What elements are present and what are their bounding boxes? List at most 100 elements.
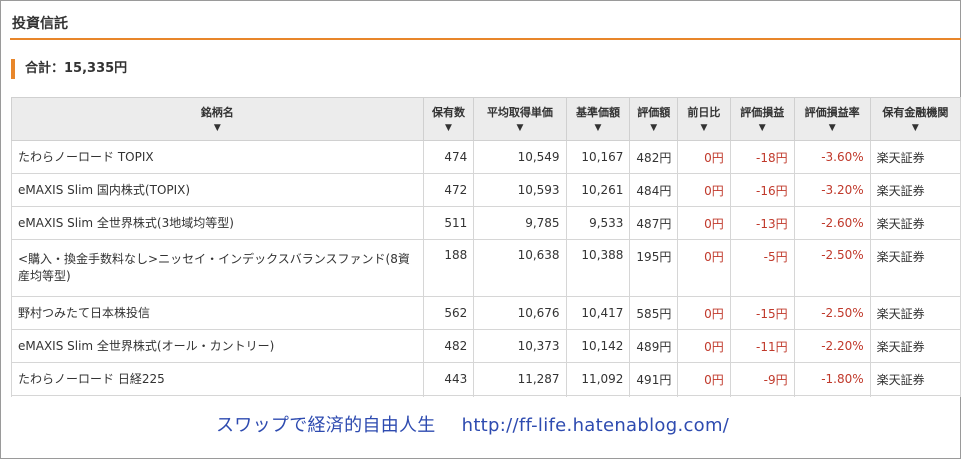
avg-price-cell: 10,549: [473, 140, 567, 174]
fund-name: eMAXIS Slim 全世界株式(オール・カントリー): [11, 329, 424, 363]
empty-cell: [11, 395, 424, 397]
column-header-base-price[interactable]: 基準価額 ▼: [565, 97, 631, 141]
units-cell: 474: [422, 140, 475, 174]
empty-cell: [629, 395, 679, 397]
sort-arrow-icon[interactable]: ▼: [871, 122, 960, 134]
sort-arrow-icon[interactable]: ▼: [795, 122, 870, 134]
sort-arrow-icon[interactable]: ▼: [678, 122, 730, 134]
empty-cell: [677, 395, 731, 397]
base-price-cell: 10,388: [565, 239, 631, 297]
gain-cell: -18円: [729, 140, 795, 174]
table-row: eMAXIS Slim 国内株式(TOPIX) 472 10,593 10,26…: [11, 173, 961, 207]
sort-arrow-icon[interactable]: ▼: [424, 122, 474, 134]
institution-cell: 楽天証券: [869, 296, 961, 330]
table-row: eMAXIS Slim 全世界株式(3地域均等型) 511 9,785 9,53…: [11, 206, 961, 240]
empty-cell: [422, 395, 475, 397]
sort-arrow-icon[interactable]: ▼: [731, 122, 794, 134]
gain-rate-cell: -1.80%: [793, 362, 871, 396]
fund-name: <購入・換金手数料なし>ニッセイ・インデックスバランスファンド(8資産均等型): [11, 239, 424, 297]
table-header-row: 銘柄名 ▼ 保有数 ▼ 平均取得単価 ▼ 基準価額 ▼ 評価額 ▼ 前日比 ▼ 評価損益 ▼ …: [11, 97, 961, 141]
avg-price-cell: 10,676: [473, 296, 567, 330]
institution-cell: 楽天証券: [869, 239, 961, 297]
base-price-cell: 10,261: [565, 173, 631, 207]
base-price-cell: 10,167: [565, 140, 631, 174]
day-change-cell: 0円: [677, 329, 731, 363]
base-price-cell: 9,533: [565, 206, 631, 240]
watermark-url: http://ff-life.hatenablog.com/: [461, 415, 730, 436]
gain-rate-cell: -3.20%: [793, 173, 871, 207]
sort-arrow-icon[interactable]: ▼: [567, 122, 630, 134]
gain-cell: -9円: [729, 362, 795, 396]
gain-rate-cell: -2.20%: [793, 329, 871, 363]
value-cell: 489円: [629, 329, 679, 363]
base-price-cell: 10,142: [565, 329, 631, 363]
avg-price-cell: 9,785: [473, 206, 567, 240]
table-row: eMAXIS Slim 全世界株式(オール・カントリー) 482 10,373 …: [11, 329, 961, 363]
empty-cell: [869, 395, 961, 397]
day-change-cell: 0円: [677, 296, 731, 330]
column-header-gain[interactable]: 評価損益 ▼: [729, 97, 795, 141]
day-change-cell: 0円: [677, 239, 731, 297]
watermark: スワップで経済的自由人生 http://ff-life.hatenablog.co…: [216, 411, 729, 437]
table-row: たわらノーロード TOPIX 474 10,549 10,167 482円 0円…: [11, 140, 961, 174]
institution-cell: 楽天証券: [869, 362, 961, 396]
title-divider: [10, 38, 961, 40]
sort-arrow-icon[interactable]: ▼: [630, 122, 677, 134]
section-title: 投資信託: [12, 16, 68, 32]
table-row: たわらノーロード 日経225 443 11,287 11,092 491円 0円…: [11, 362, 961, 396]
value-cell: 484円: [629, 173, 679, 207]
value-cell: 585円: [629, 296, 679, 330]
units-cell: 443: [422, 362, 475, 396]
gain-cell: -11円: [729, 329, 795, 363]
value-cell: 482円: [629, 140, 679, 174]
sort-arrow-icon[interactable]: ▼: [12, 122, 423, 134]
watermark-text: スワップで経済的自由人生: [216, 415, 436, 436]
institution-cell: 楽天証券: [869, 140, 961, 174]
gain-rate-cell: -2.50%: [793, 239, 871, 297]
value-cell: 195円: [629, 239, 679, 297]
empty-cell: [793, 395, 871, 397]
holdings-table: 銘柄名 ▼ 保有数 ▼ 平均取得単価 ▼ 基準価額 ▼ 評価額 ▼ 前日比 ▼ 評価損益 ▼ …: [11, 97, 961, 397]
empty-cell: [473, 395, 567, 397]
holdings-table-container[interactable]: 銘柄名 ▼ 保有数 ▼ 平均取得単価 ▼ 基準価額 ▼ 評価額 ▼ 前日比 ▼ 評価損益 ▼ …: [11, 97, 961, 397]
fund-name: eMAXIS Slim 全世界株式(3地域均等型): [11, 206, 424, 240]
column-header-gain-rate[interactable]: 評価損益率 ▼: [793, 97, 871, 141]
fund-name: たわらノーロード TOPIX: [11, 140, 424, 174]
column-header-units[interactable]: 保有数 ▼: [422, 97, 475, 141]
gain-rate-cell: -2.60%: [793, 206, 871, 240]
column-header-institution[interactable]: 保有金融機関 ▼: [869, 97, 961, 141]
base-price-cell: 11,092: [565, 362, 631, 396]
institution-cell: 楽天証券: [869, 173, 961, 207]
column-header-value[interactable]: 評価額 ▼: [629, 97, 679, 141]
avg-price-cell: 11,287: [473, 362, 567, 396]
table-row: 野村つみたて日本株投信 562 10,676 10,417 585円 0円 -1…: [11, 296, 961, 330]
day-change-cell: 0円: [677, 173, 731, 207]
avg-price-cell: 10,373: [473, 329, 567, 363]
column-header-day-change[interactable]: 前日比 ▼: [677, 97, 731, 141]
day-change-cell: 0円: [677, 206, 731, 240]
base-price-cell: 10,417: [565, 296, 631, 330]
avg-price-cell: 10,593: [473, 173, 567, 207]
total-amount: 合計：15,335円: [11, 59, 127, 79]
gain-cell: -15円: [729, 296, 795, 330]
table-row-partial: [11, 395, 961, 397]
fund-name: たわらノーロード 日経225: [11, 362, 424, 396]
value-cell: 487円: [629, 206, 679, 240]
gain-rate-cell: -2.50%: [793, 296, 871, 330]
gain-cell: -5円: [729, 239, 795, 297]
units-cell: 511: [422, 206, 475, 240]
institution-cell: 楽天証券: [869, 206, 961, 240]
investment-trust-panel: 投資信託 合計：15,335円 銘柄名 ▼ 保有数 ▼ 平均取得単価 ▼ 基準価…: [0, 0, 961, 459]
units-cell: 472: [422, 173, 475, 207]
table-row: <購入・換金手数料なし>ニッセイ・インデックスバランスファンド(8資産均等型) …: [11, 239, 961, 297]
institution-cell: 楽天証券: [869, 329, 961, 363]
avg-price-cell: 10,638: [473, 239, 567, 297]
fund-name: 野村つみたて日本株投信: [11, 296, 424, 330]
sort-arrow-icon[interactable]: ▼: [474, 122, 565, 134]
column-header-avg-price[interactable]: 平均取得単価 ▼: [473, 97, 567, 141]
empty-cell: [729, 395, 795, 397]
units-cell: 482: [422, 329, 475, 363]
column-header-name[interactable]: 銘柄名 ▼: [11, 97, 424, 141]
gain-rate-cell: -3.60%: [793, 140, 871, 174]
units-cell: 188: [422, 239, 475, 297]
